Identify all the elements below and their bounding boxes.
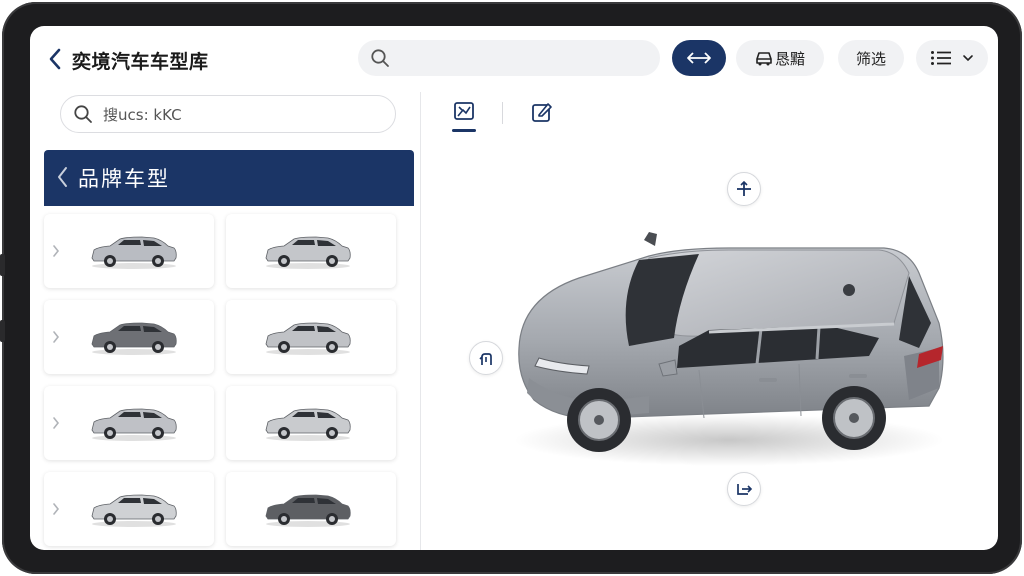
model-search-box[interactable] <box>60 95 396 133</box>
tab-2d-view[interactable] <box>452 100 476 124</box>
car-thumbnail <box>91 322 177 355</box>
car-thumbnail <box>265 408 351 441</box>
search-icon <box>74 105 92 123</box>
hand-icon <box>479 353 492 365</box>
chevron-right-icon <box>53 331 60 343</box>
car-thumbnail <box>265 322 351 355</box>
list-icon <box>931 51 951 65</box>
car-thumbnail <box>265 236 351 269</box>
chevron-left-icon <box>49 48 61 70</box>
volume-button <box>0 254 5 276</box>
filter-label: 筛选 <box>855 49 886 68</box>
move-icon <box>737 180 751 196</box>
car-model-card[interactable] <box>44 214 214 288</box>
brand-models-title: 品牌车型 <box>78 167 170 191</box>
search-icon <box>371 49 389 67</box>
car-thumbnail <box>265 494 351 527</box>
car-model-card[interactable] <box>226 300 396 374</box>
car-thumbnail <box>91 494 177 527</box>
car-model-grid <box>44 206 414 550</box>
back-button[interactable] <box>44 46 66 72</box>
top-bar: 奕境汽车车型库 恳黯 筛选 <box>30 26 998 92</box>
car-model-card[interactable] <box>44 300 214 374</box>
car-3d-viewer[interactable] <box>421 136 998 550</box>
global-search[interactable] <box>358 40 660 76</box>
car-front-icon <box>756 52 772 66</box>
volume-button <box>0 320 5 342</box>
tab-edit-view[interactable] <box>530 100 554 124</box>
share-button[interactable]: 恳黯 <box>736 40 824 76</box>
rotate-up-button[interactable] <box>727 172 761 206</box>
car-model-card[interactable] <box>226 386 396 460</box>
chevron-right-icon <box>53 245 60 257</box>
left-panel: 品牌车型 <box>30 92 420 550</box>
view-menu-dropdown[interactable] <box>916 40 988 76</box>
model-search-input[interactable] <box>103 103 383 125</box>
car-model-card[interactable] <box>44 386 214 460</box>
tab-divider <box>502 102 503 124</box>
car-model-card[interactable] <box>226 214 396 288</box>
app-title: 奕境汽车车型库 <box>72 51 209 73</box>
app-screen: 奕境汽车车型库 恳黯 筛选 搜ucs: kKC 品牌车型 <box>30 26 998 550</box>
rotate-left-button[interactable] <box>469 341 503 375</box>
image-frame-icon <box>454 102 474 120</box>
edit-icon <box>532 103 552 122</box>
car-thumbnail <box>91 408 177 441</box>
compare-button[interactable] <box>672 40 726 76</box>
filter-button[interactable]: 筛选 <box>838 40 904 76</box>
tablet-device: 奕境汽车车型库 恳黯 筛选 搜ucs: kKC 品牌车型 <box>0 2 1022 574</box>
car-thumbnail <box>91 236 177 269</box>
arrows-horizontal-icon <box>687 52 711 64</box>
chevron-down-icon <box>963 55 973 62</box>
chevron-right-icon <box>53 503 60 515</box>
chevron-left-icon <box>58 167 67 187</box>
car-model-card[interactable] <box>44 472 214 546</box>
chevron-right-icon <box>53 417 60 429</box>
share-label: 恳黯 <box>774 49 805 68</box>
active-tab-indicator <box>452 129 476 132</box>
car-model-card[interactable] <box>226 472 396 546</box>
brand-models-header[interactable]: 品牌车型 <box>44 150 414 206</box>
car-3d-model <box>514 232 944 466</box>
